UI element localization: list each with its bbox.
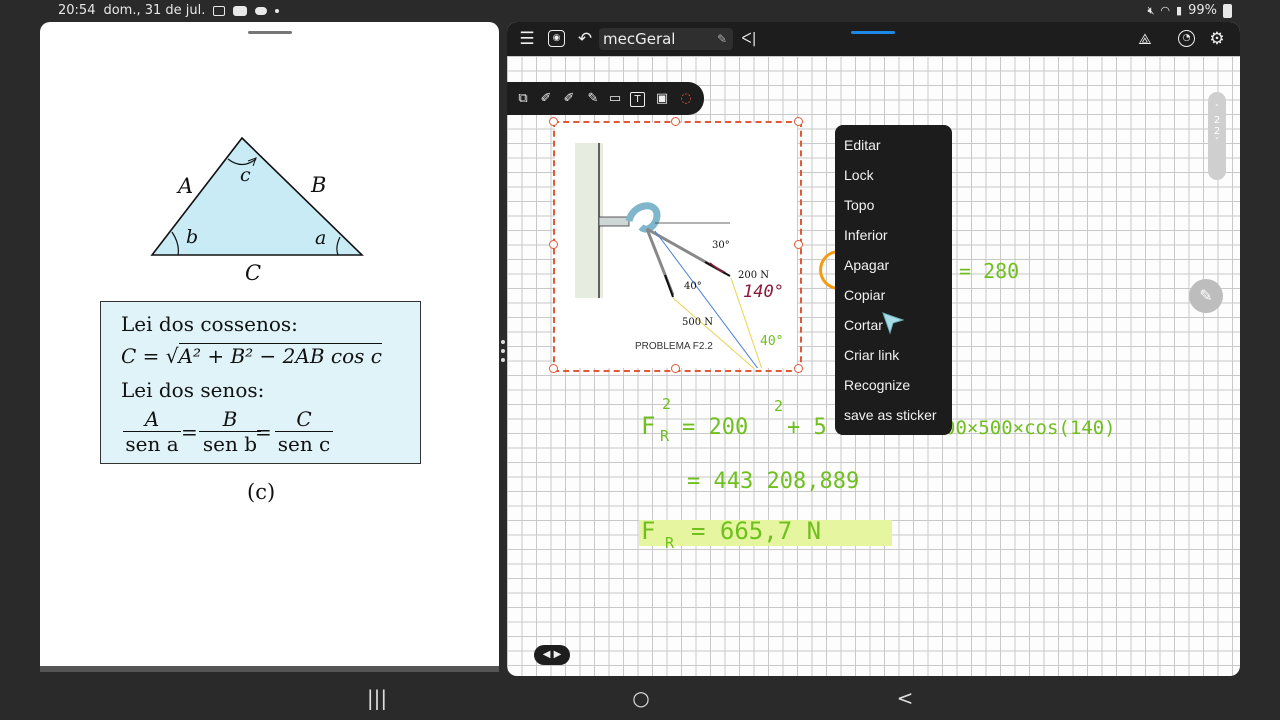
pane-bottom-edge [40,666,499,672]
system-nav-bar: ||| ○ < [0,676,1280,720]
youtube-icon [233,5,248,16]
menu-item-cortar[interactable]: Cortar [844,317,883,333]
cosine-lhs: C = [121,344,160,368]
menu-item-editar[interactable]: Editar [844,137,881,153]
notes-pane[interactable]: ☰ ◉ ↶ mecGeral ✎ ᐸ| ⟁ ◔ ⚙ ⧉ ✐ ✐ ✎ ▭ T ▣ … [507,22,1240,676]
ink-line3-F: F [641,517,655,545]
clock: 20:54 [58,3,96,18]
ink-line1-F: F [641,412,655,440]
menu-item-apagar[interactable]: Apagar [844,257,889,273]
sine-term-c: C sen c [275,407,333,456]
battery-percent: 99% [1188,3,1217,18]
sine-term-c-den: sen c [277,432,331,456]
home-button[interactable]: ○ [626,686,656,710]
sine-term-b-den: sen b [202,432,258,456]
ink-angle-40: 40° [760,334,783,349]
angle-a-label: a [315,227,326,249]
sine-term-a-num: A [123,407,181,432]
side-A-label: A [176,174,193,198]
formula-box: Lei dos cossenos: C = √A² + B² − 2AB cos… [100,301,421,464]
battery-icon [1223,3,1232,18]
figure-caption: (c) [247,480,276,504]
menu-item-save-as-sticker[interactable]: save as sticker [844,407,937,423]
menu-item-inferior[interactable]: Inferior [844,227,888,243]
back-button[interactable]: < [890,686,920,710]
signal-icon: ▮ [1176,4,1183,17]
menu-item-recognize[interactable]: Recognize [844,377,910,393]
dot-icon [275,8,280,13]
recent-apps-button[interactable]: ||| [362,686,392,710]
pdf-viewer-pane[interactable]: A B C c b a Lei dos cossenos: C = √A² + … [40,22,499,672]
equals-1: = [181,420,198,444]
sine-term-b-num: B [199,407,261,432]
side-B-label: B [310,173,326,197]
mute-icon: 🔇︎ [1147,3,1155,17]
angle-b-label: b [186,226,198,248]
sine-law-title: Lei dos senos: [121,378,265,402]
ink-line1-sub: R [660,427,670,445]
context-menu: Editar Lock Topo Inferior Apagar Copiar … [835,125,952,435]
ink-line1-sup2: 2 [774,397,783,415]
ink-line1-tail: 00×500×cos(140) [944,417,1116,439]
sine-term-a: A sen a [123,407,181,456]
angle-c-label: c [240,164,251,186]
menu-item-lock[interactable]: Lock [844,167,874,183]
wifi-icon: ◠ [1160,4,1171,17]
ink-line2: = 443 208,889 [687,469,859,494]
status-bar: 20:54 dom., 31 de jul. 🔇︎ ◠ ▮ 99% [0,0,1280,22]
ink-line3-sub: R [665,534,675,552]
sine-term-b: B sen b [199,407,261,456]
side-C-label: C [245,261,261,285]
menu-item-copiar[interactable]: Copiar [844,287,885,303]
menu-item-topo[interactable]: Topo [844,197,874,213]
sine-term-c-num: C [275,407,333,432]
triangle-figure: A B C c b a [150,136,364,285]
sine-term-a-den: sen a [125,432,179,456]
ink-line1-rest: + 5 [787,415,827,440]
ink-line3-rhs: = 665,7 N [691,517,821,545]
date: dom., 31 de jul. [103,3,206,18]
screen-record-icon [213,5,226,16]
ink-line1-sup: 2 [662,395,671,413]
split-divider[interactable] [501,340,505,364]
menu-item-criar-link[interactable]: Criar link [844,347,899,363]
ink-line1-rhs: = 200 [682,415,748,440]
cosine-law-title: Lei dos cossenos: [121,312,298,336]
stylus-cursor-icon [882,312,905,335]
cloud-icon [255,6,268,15]
cosine-rhs: A² + B² − 2AB cos c [178,343,382,368]
ink-angle-140: 140° [743,282,784,302]
equals-2: = [255,420,272,444]
sqrt-symbol: √ [165,344,179,368]
ink-eq-280: = 280 [959,259,1019,283]
cosine-law-formula: C = √A² + B² − 2AB cos c [121,343,382,368]
